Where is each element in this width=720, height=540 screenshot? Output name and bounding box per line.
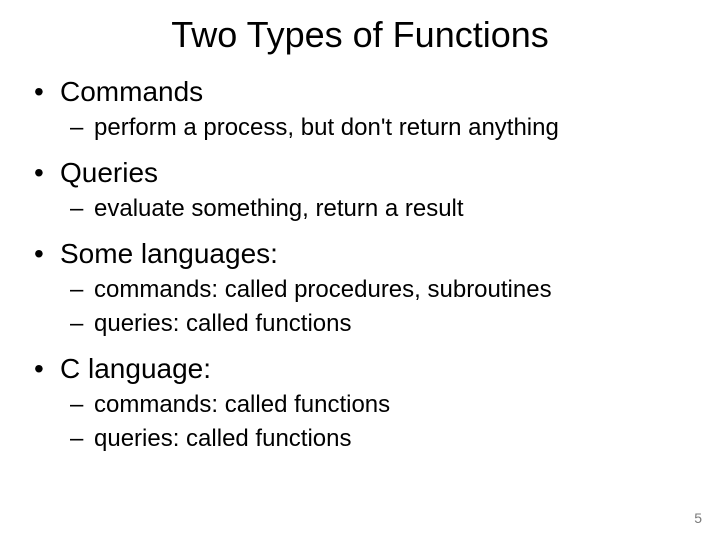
subbullet: queries: called functions xyxy=(70,309,696,339)
subbullet: commands: called procedures, subroutines xyxy=(70,275,696,305)
bullet-commands: Commands xyxy=(34,74,696,109)
page-number: 5 xyxy=(694,510,702,526)
slide-title: Two Types of Functions xyxy=(0,0,720,62)
subbullet-text: commands: called procedures, subroutines xyxy=(94,276,552,303)
subbullet: evaluate something, return a result xyxy=(70,194,696,224)
subbullet-text: queries: called functions xyxy=(94,425,351,452)
bullet-queries: Queries xyxy=(34,155,696,190)
subbullet: queries: called functions xyxy=(70,424,696,454)
subbullet: commands: called functions xyxy=(70,390,696,420)
subbullet-text: perform a process, but don't return anyt… xyxy=(94,114,559,141)
bullet-c-language: C language: xyxy=(34,351,696,386)
bullet-label: Queries xyxy=(60,157,158,188)
subbullet-text: evaluate something, return a result xyxy=(94,195,464,222)
subbullet: perform a process, but don't return anyt… xyxy=(70,113,696,143)
slide-content: Commands perform a process, but don't re… xyxy=(0,74,720,454)
bullet-label: Commands xyxy=(60,76,203,107)
bullet-some-languages: Some languages: xyxy=(34,236,696,271)
bullet-label: C language: xyxy=(60,353,211,384)
subbullet-text: queries: called functions xyxy=(94,310,351,337)
bullet-label: Some languages: xyxy=(60,238,278,269)
slide: Two Types of Functions Commands perform … xyxy=(0,0,720,540)
subbullet-text: commands: called functions xyxy=(94,391,390,418)
